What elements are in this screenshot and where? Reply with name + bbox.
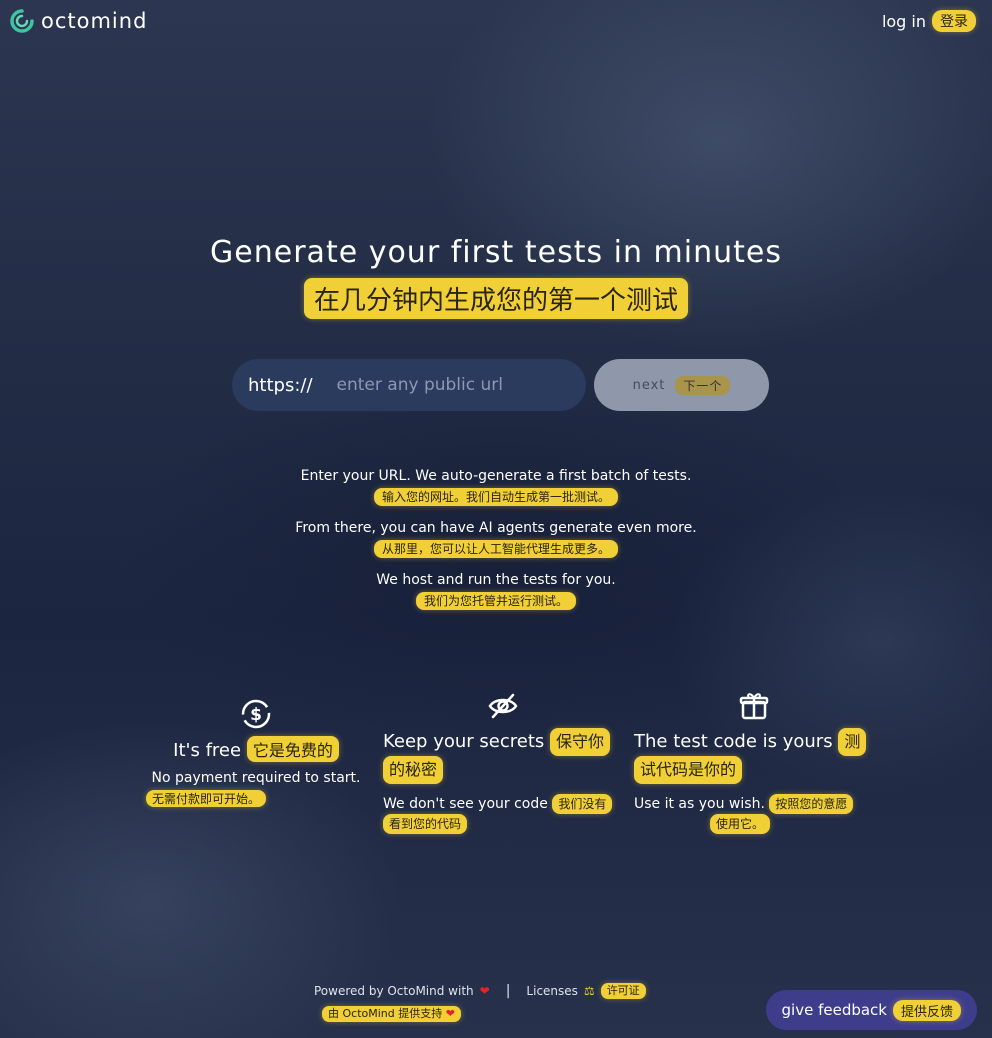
feature-title-zh: 的秘密 [383, 756, 444, 784]
description-line-zh: 从那里，您可以让人工智能代理生成更多。 [373, 540, 618, 558]
feature-subtitle-zh: 无需付款即可开始。 [146, 790, 267, 807]
feature-subtitle-zh: 看到您的代码 [383, 814, 468, 834]
gift-icon [739, 693, 769, 720]
description-line-zh: 输入您的网址。我们自动生成第一批测试。 [373, 488, 618, 506]
give-feedback-button[interactable]: give feedback 提供反馈 [765, 990, 977, 1030]
licenses-link-zh[interactable]: 许可证 [600, 983, 646, 999]
feature-title: Keep your secrets [383, 731, 545, 752]
powered-by-text: Powered by OctoMind with [314, 984, 474, 998]
feature-title-zh: 它是免费的 [246, 736, 339, 762]
description-line: Enter your URL. We auto-generate a first… [300, 468, 692, 484]
footer: Powered by OctoMind with ❤ | Licenses ⚖ … [314, 982, 646, 1022]
login-link[interactable]: log in 登录 [882, 10, 976, 32]
feature-subtitle: Use it as you wish. [634, 796, 765, 812]
page-title-zh: 在几分钟内生成您的第一个测试 [303, 278, 688, 319]
hero-section: Generate your first tests in minutes 在几分… [0, 235, 992, 319]
login-label-zh: 登录 [932, 10, 976, 32]
feature-subtitle-zh: 使用它。 [710, 814, 771, 834]
feature-title-zh: 保守你 [550, 728, 611, 756]
dollar-refresh-icon: $ [241, 699, 271, 729]
page-title: Generate your first tests in minutes [210, 235, 782, 270]
url-prefix: https:// [248, 374, 313, 396]
powered-by-text-zh: 由 OctoMind 提供支持 ❤ [322, 1006, 461, 1022]
description-line: From there, you can have AI agents gener… [295, 520, 697, 536]
scales-icon: ⚖ [583, 984, 595, 998]
feature-code-ownership: The test code is yours 测 试代码是你的 Use it a… [634, 690, 874, 834]
description: Enter your URL. We auto-generate a first… [0, 466, 992, 622]
login-label: log in [881, 11, 926, 31]
licenses-link[interactable]: Licenses [526, 984, 578, 998]
feature-title-zh: 试代码是你的 [634, 756, 743, 784]
svg-text:$: $ [250, 705, 262, 725]
feature-title-zh: 测 [838, 728, 867, 756]
feature-secrets: Keep your secrets 保守你 的秘密 We don't see y… [383, 690, 623, 834]
heart-icon: ❤ [479, 984, 490, 998]
give-feedback-label-zh: 提供反馈 [892, 999, 961, 1021]
octomind-logo-icon [10, 9, 34, 33]
description-line: We host and run the tests for you. [376, 572, 616, 588]
octomind-logo[interactable]: octomind [9, 8, 147, 34]
url-form: https:// next 下一个 [232, 359, 769, 411]
brand-name: octomind [41, 9, 148, 33]
next-button[interactable]: next 下一个 [594, 359, 769, 411]
feature-subtitle-zh: 我们没有 [552, 794, 613, 814]
next-button-label: next [632, 377, 666, 393]
next-button-label-zh: 下一个 [675, 375, 731, 395]
give-feedback-label: give feedback [781, 1001, 887, 1019]
feature-free: $ It's free 它是免费的 No payment required to… [146, 698, 366, 807]
feature-title: The test code is yours [634, 731, 833, 752]
feature-subtitle-zh: 按照您的意愿 [769, 794, 854, 814]
feature-subtitle: We don't see your code [383, 796, 548, 812]
feature-subtitle: No payment required to start. [151, 770, 361, 786]
description-line-zh: 我们为您托管并运行测试。 [415, 592, 576, 610]
feature-title: It's free [173, 740, 242, 761]
footer-separator: | [505, 983, 511, 999]
url-input[interactable] [334, 374, 569, 396]
url-field: https:// [232, 359, 586, 411]
eye-off-icon [488, 693, 518, 719]
